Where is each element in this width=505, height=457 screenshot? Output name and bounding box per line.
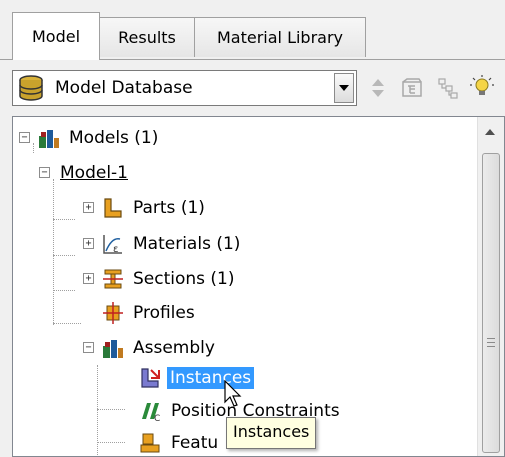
expand-toggle[interactable]: + xyxy=(83,273,94,284)
database-icon xyxy=(19,75,43,101)
tree-item-parts[interactable]: + Parts (1) xyxy=(13,193,473,223)
tree-item-label: Profiles xyxy=(133,303,195,323)
model-database-combo[interactable]: Model Database xyxy=(12,70,357,106)
tree-item-sections[interactable]: + Sections (1) xyxy=(13,264,473,294)
tree-item-label: Sections (1) xyxy=(133,269,235,289)
up-down-arrows-icon[interactable] xyxy=(364,74,392,102)
tab-results-label: Results xyxy=(118,28,176,47)
tree-item-label: Assembly xyxy=(133,338,215,358)
tree-item-label: Parts (1) xyxy=(133,198,205,218)
tab-material-library[interactable]: Material Library xyxy=(194,17,366,57)
collapse-toggle[interactable]: − xyxy=(83,342,94,353)
tree-item-model-1[interactable]: − Model-1 xyxy=(13,158,473,188)
tab-bar: Model Results Material Library xyxy=(0,0,505,60)
collapse-toggle[interactable]: − xyxy=(39,167,50,178)
svg-text:ε: ε xyxy=(113,244,118,255)
instances-icon xyxy=(141,368,160,388)
tree-item-materials[interactable]: + ε Materials (1) xyxy=(13,229,473,259)
models-icon xyxy=(39,130,59,148)
model-tree[interactable]: − Models (1) − Model-1 + Parts (1) + ε M… xyxy=(12,116,505,457)
tree-item-models[interactable]: − Models (1) xyxy=(13,123,473,153)
parts-icon xyxy=(104,198,122,218)
tree-item-label: Models (1) xyxy=(69,128,159,148)
tree-item-assembly[interactable]: − Assembly xyxy=(13,333,473,363)
tree-item-instances[interactable]: Instances xyxy=(13,363,473,393)
expand-toggle[interactable]: + xyxy=(83,202,94,213)
tree-icon[interactable] xyxy=(434,74,462,102)
scroll-thumb[interactable] xyxy=(482,153,500,453)
assembly-icon xyxy=(103,340,123,358)
toolbar: Model Database xyxy=(0,60,505,116)
collapse-toggle[interactable]: − xyxy=(19,132,30,143)
tooltip: Instances xyxy=(226,417,317,449)
tab-material-library-label: Material Library xyxy=(216,28,344,47)
profiles-icon xyxy=(103,302,123,324)
tab-model[interactable]: Model xyxy=(12,12,100,60)
grip-line xyxy=(487,342,495,343)
tree-item-label: Materials (1) xyxy=(133,234,241,254)
expand-icon[interactable] xyxy=(398,74,426,102)
tree-item-label: Model-1 xyxy=(60,163,128,183)
expand-toggle[interactable]: + xyxy=(83,238,94,249)
grip-line xyxy=(487,338,495,339)
tree-item-label: Featu xyxy=(171,433,219,453)
combo-label: Model Database xyxy=(55,78,193,98)
mouse-cursor-icon xyxy=(224,380,242,407)
tab-model-label: Model xyxy=(31,27,81,46)
tab-results[interactable]: Results xyxy=(99,17,195,57)
features-icon xyxy=(140,433,160,453)
scroll-up-icon[interactable] xyxy=(485,129,495,135)
vertical-scrollbar[interactable] xyxy=(477,117,504,456)
chevron-down-icon[interactable] xyxy=(334,73,354,103)
svg-text:C: C xyxy=(154,414,160,423)
tree-item-profiles[interactable]: Profiles xyxy=(13,298,473,328)
sections-icon xyxy=(103,269,123,289)
grip-line xyxy=(487,346,495,347)
materials-icon: ε xyxy=(103,235,122,255)
position-constraints-icon: C xyxy=(142,403,160,423)
lightbulb-icon[interactable] xyxy=(468,74,496,102)
